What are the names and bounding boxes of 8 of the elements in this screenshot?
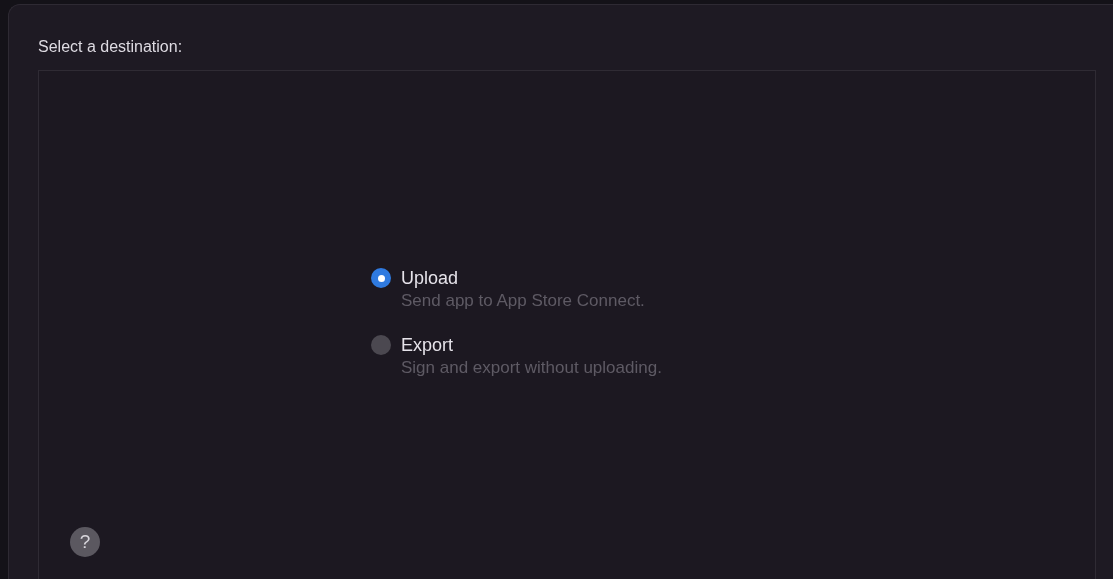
help-button[interactable]: ? — [70, 527, 100, 557]
section-heading: Select a destination: — [38, 37, 184, 57]
option-label[interactable]: Export — [401, 334, 454, 356]
option-description: Sign and export without uploading. — [401, 357, 662, 379]
radio-button[interactable] — [371, 268, 391, 288]
radio-button[interactable] — [371, 335, 391, 355]
option-description: Send app to App Store Connect. — [401, 290, 645, 312]
option-label[interactable]: Upload — [401, 267, 459, 289]
